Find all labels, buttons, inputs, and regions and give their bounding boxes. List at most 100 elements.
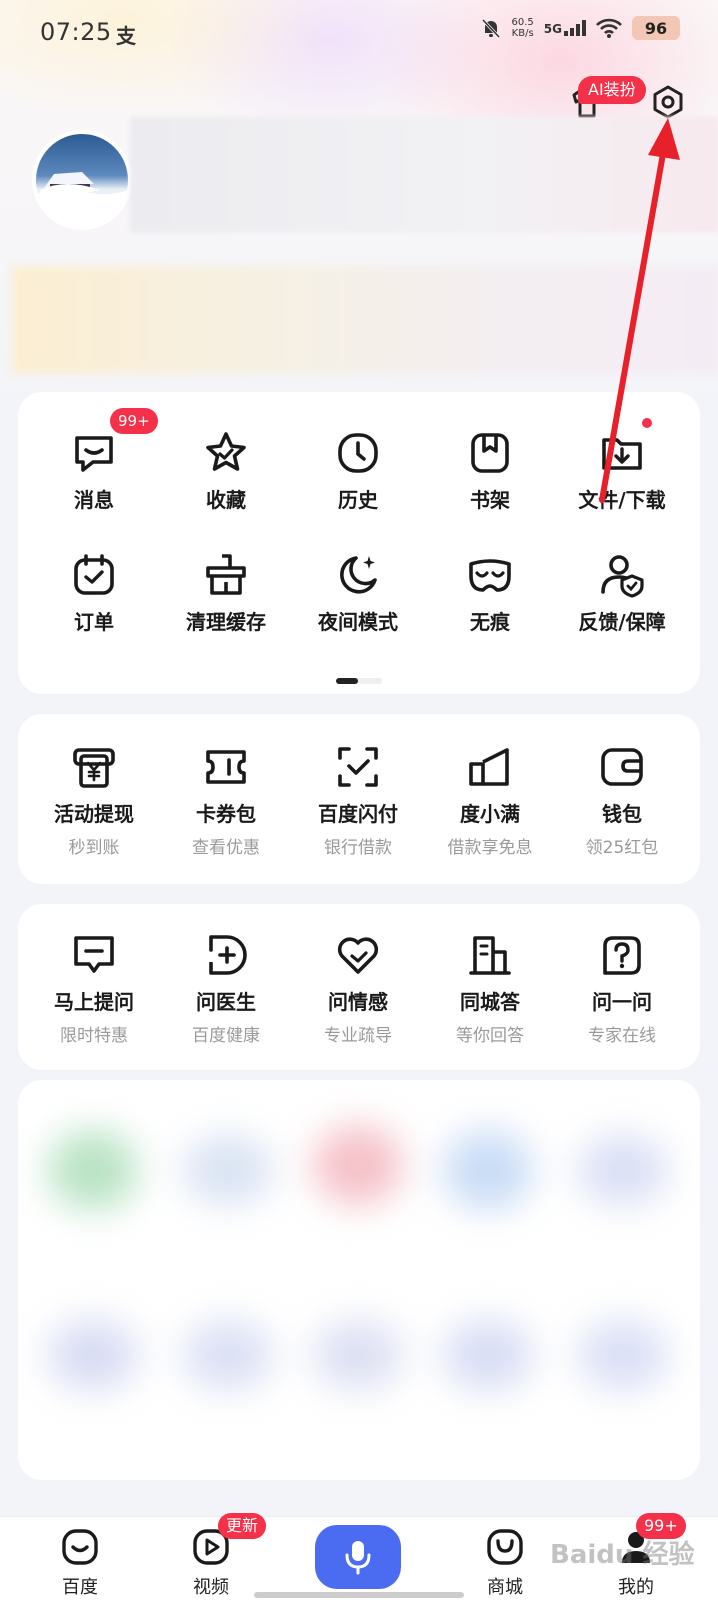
service-ask-doctor[interactable]: 问医生 百度健康 — [160, 932, 292, 1046]
service-label: 问一问 — [592, 990, 652, 1014]
tool-history[interactable]: 历史 — [292, 430, 424, 513]
tab-mall[interactable]: 商城 — [465, 1527, 545, 1599]
finance-label: 卡券包 — [196, 802, 256, 826]
ai-dressup-tag[interactable]: AI装扮 — [578, 76, 646, 104]
tab-label: 商城 — [487, 1577, 523, 1598]
service-ask-now[interactable]: 马上提问 限时特惠 — [28, 932, 160, 1046]
finance-cashout[interactable]: 活动提现 秒到账 — [28, 744, 160, 858]
tool-messages[interactable]: 99+ 消息 — [28, 408, 160, 513]
mute-bell-icon — [481, 18, 500, 39]
finance-sub: 领25红包 — [585, 838, 659, 858]
finance-label: 百度闪付 — [318, 802, 398, 826]
profile-info-blurred[interactable] — [130, 117, 718, 233]
tool-orders[interactable]: 订单 — [28, 552, 160, 635]
status-time: 07:25 — [40, 18, 112, 46]
watermark: Baidu 经验 — [550, 1540, 695, 1570]
shop-bag-icon — [487, 1529, 523, 1565]
service-sub: 限时特惠 — [60, 1026, 128, 1046]
feed-blurred[interactable] — [18, 1080, 700, 1480]
service-label: 问情感 — [328, 990, 388, 1014]
finance-sub: 查看优惠 — [192, 838, 260, 858]
tools-card: 99+ 消息 收藏 历史 书架 文件/下载 订单 清理缓存 夜间模式 无痕 反馈… — [18, 392, 700, 694]
service-label: 马上提问 — [54, 990, 134, 1014]
tool-label: 订单 — [74, 610, 114, 634]
tool-label: 无痕 — [470, 610, 510, 634]
heart-icon — [337, 937, 379, 974]
message-icon — [75, 436, 113, 472]
finance-label: 活动提现 — [54, 802, 134, 826]
tool-label: 文件/下载 — [578, 488, 666, 512]
scan-check-icon — [338, 747, 378, 787]
gear-icon[interactable] — [650, 84, 686, 120]
tool-label: 书架 — [470, 488, 510, 512]
finance-sub: 借款享免息 — [447, 838, 533, 858]
tab-baidu[interactable]: 百度 — [40, 1527, 120, 1599]
building-icon — [469, 936, 511, 975]
finance-flashpay[interactable]: 百度闪付 银行借款 — [292, 744, 424, 858]
service-sub: 等你回答 — [456, 1026, 524, 1046]
service-sub: 百度健康 — [192, 1026, 260, 1046]
mic-icon — [345, 1541, 371, 1575]
service-emotion[interactable]: 问情感 专业疏导 — [292, 932, 424, 1046]
calendar-check-icon — [74, 554, 114, 595]
alipay-notification-icon: 支 — [116, 24, 136, 48]
coupon-icon — [206, 750, 246, 784]
tool-night-mode[interactable]: 夜间模式 — [292, 552, 424, 635]
star-icon — [206, 432, 246, 471]
download-folder-icon — [602, 438, 642, 470]
tool-bookshelf[interactable]: 书架 — [424, 430, 556, 513]
bookmark-icon — [471, 433, 509, 473]
finance-sub: 秒到账 — [68, 838, 120, 858]
wifi-icon — [596, 18, 622, 38]
page-indicator — [336, 678, 382, 684]
voice-search-button[interactable] — [315, 1525, 401, 1589]
tool-label: 夜间模式 — [318, 610, 398, 634]
service-ask-expert[interactable]: 问一问 专家在线 — [556, 932, 688, 1046]
tool-clear-cache[interactable]: 清理缓存 — [160, 552, 292, 635]
video-update-badge: 更新 — [218, 1513, 267, 1539]
service-label: 问医生 — [196, 990, 256, 1014]
medical-icon — [209, 935, 247, 975]
finance-sub: 银行借款 — [324, 838, 392, 858]
banner-blurred[interactable] — [12, 266, 718, 374]
moon-icon — [340, 556, 377, 594]
service-sub: 专家在线 — [588, 1026, 656, 1046]
service-label: 同城答 — [460, 990, 520, 1014]
duxiaoman-icon — [469, 748, 509, 786]
tab-label: 视频 — [193, 1577, 229, 1598]
tool-label: 历史 — [338, 488, 378, 512]
clock-icon — [338, 433, 378, 473]
finance-coupons[interactable]: 卡券包 查看优惠 — [160, 744, 292, 858]
service-local-answer[interactable]: 同城答 等你回答 — [424, 932, 556, 1046]
tool-label: 收藏 — [206, 488, 246, 512]
question-bubble-icon — [74, 936, 114, 973]
wallet-icon — [601, 748, 643, 786]
help-icon — [603, 936, 641, 975]
signal-icon: 5G — [544, 20, 586, 36]
avatar[interactable] — [32, 130, 132, 230]
finance-label: 钱包 — [602, 802, 642, 826]
tool-label: 清理缓存 — [186, 610, 266, 634]
tool-label: 消息 — [74, 488, 114, 512]
tool-feedback[interactable]: 反馈/保障 — [556, 552, 688, 635]
tool-downloads[interactable]: 文件/下载 — [556, 418, 688, 513]
user-shield-icon — [601, 555, 644, 598]
service-sub: 专业疏导 — [324, 1026, 392, 1046]
net-speed: 60.5 KB/s — [511, 17, 534, 39]
services-card: 马上提问 限时特惠 问医生 百度健康 问情感 专业疏导 同城答 等你回答 问一问… — [18, 904, 700, 1070]
baidu-home-icon — [62, 1529, 98, 1565]
downloads-dot — [642, 418, 652, 428]
finance-card: 活动提现 秒到账 卡券包 查看优惠 百度闪付 银行借款 度小满 借款享免息 钱包… — [18, 714, 700, 884]
finance-duxiaoman[interactable]: 度小满 借款享免息 — [424, 744, 556, 858]
finance-label: 度小满 — [460, 802, 520, 826]
tab-label: 我的 — [618, 1577, 654, 1598]
tool-label: 反馈/保障 — [578, 610, 666, 634]
tool-favorites[interactable]: 收藏 — [160, 430, 292, 513]
tool-incognito[interactable]: 无痕 — [424, 552, 556, 635]
mask-icon — [469, 559, 511, 592]
messages-badge: 99+ — [110, 408, 158, 434]
finance-wallet[interactable]: 钱包 领25红包 — [556, 744, 688, 858]
battery-indicator: 96 — [632, 16, 680, 40]
broom-icon — [206, 554, 246, 595]
yen-ticket-icon — [73, 748, 115, 788]
